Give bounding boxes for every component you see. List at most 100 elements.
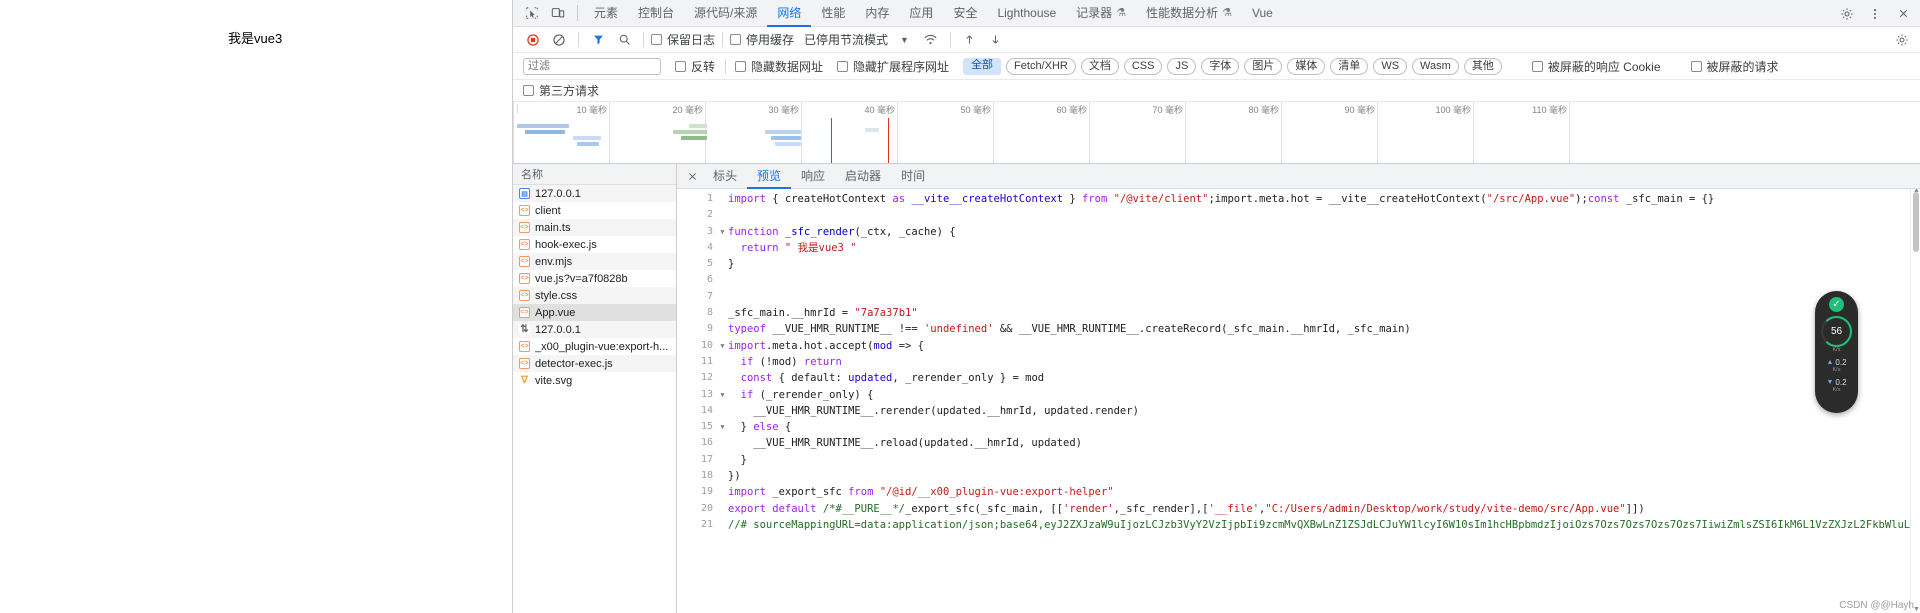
tab-security[interactable]: 安全: [943, 0, 987, 27]
type-filter-other[interactable]: 其他: [1463, 57, 1502, 75]
table-row[interactable]: ∇ vite.svg: [513, 372, 676, 389]
fold-arrow-icon[interactable]: ▼: [717, 419, 728, 435]
type-filter-doc[interactable]: 文档: [1080, 57, 1119, 75]
tab-label: 源代码/来源: [694, 5, 758, 20]
overview-tick-label: 60 毫秒: [1056, 105, 1087, 115]
line-number: 1: [706, 193, 713, 204]
hide-data-urls-checkbox[interactable]: 隐藏数据网址: [735, 58, 823, 75]
close-devtools-icon[interactable]: [1890, 2, 1916, 26]
type-filter-media[interactable]: 媒体: [1287, 57, 1326, 75]
scrollbar-thumb[interactable]: [1913, 192, 1919, 252]
type-filter-fetch-xhr[interactable]: Fetch/XHR: [1006, 57, 1076, 75]
request-name: App.vue: [535, 306, 576, 319]
type-filter-all[interactable]: 全部: [963, 57, 1002, 75]
request-name: main.ts: [535, 221, 571, 234]
overview-tick-label: 30 毫秒: [768, 105, 799, 115]
detail-tab-response[interactable]: 响应: [791, 164, 835, 189]
code-line: 12 const { default: updated, _rerender_o…: [677, 370, 1920, 386]
tab-performance[interactable]: 性能: [811, 0, 855, 27]
table-row[interactable]: <> main.ts: [513, 219, 676, 236]
type-filter-ws[interactable]: WS: [1373, 57, 1408, 75]
tab-application[interactable]: 应用: [899, 0, 943, 27]
browser-page-content: 我是vue3: [0, 0, 512, 613]
tab-elements[interactable]: 元素: [584, 0, 628, 27]
record-button[interactable]: [521, 29, 545, 51]
tab-recorder[interactable]: 记录器 ⚗: [1066, 0, 1136, 27]
preserve-log-checkbox[interactable]: 保留日志: [651, 31, 715, 48]
detail-tab-preview[interactable]: 预览: [747, 164, 791, 189]
tab-memory[interactable]: 内存: [855, 0, 899, 27]
filter-input[interactable]: [523, 57, 661, 75]
chevron-down-icon[interactable]: ▼: [900, 35, 909, 45]
export-har-icon[interactable]: [984, 29, 1008, 51]
table-row-selected[interactable]: <> App.vue: [513, 304, 676, 321]
fold-arrow-icon[interactable]: ▼: [717, 224, 728, 240]
type-filter-css[interactable]: CSS: [1123, 57, 1163, 75]
table-row[interactable]: <> _x00_plugin-vue:export-h...: [513, 338, 676, 355]
tab-lighthouse[interactable]: Lighthouse: [987, 0, 1066, 27]
device-toolbar-icon[interactable]: [545, 1, 571, 25]
tab-network[interactable]: 网络: [767, 0, 811, 27]
fold-arrow-icon[interactable]: ▼: [717, 338, 728, 354]
network-settings-icon[interactable]: [1890, 29, 1914, 51]
code-text: //# sourceMappingURL=data:application/js…: [728, 518, 1920, 531]
network-conditions-icon[interactable]: [919, 29, 943, 51]
tab-label: 性能数据分析: [1146, 5, 1219, 20]
clear-button[interactable]: [547, 29, 571, 51]
blocked-requests-checkbox[interactable]: 被屏蔽的请求: [1690, 58, 1779, 75]
code-line: 18}): [677, 468, 1920, 484]
network-overview-timeline[interactable]: | 10 毫秒 20 毫秒 30 毫秒 40 毫秒 50 毫秒 60 毫秒 70…: [513, 102, 1920, 164]
download-unit: K/s: [1832, 387, 1841, 393]
table-row[interactable]: <> env.mjs: [513, 253, 676, 270]
hide-extension-urls-label: 隐藏扩展程序网址: [853, 59, 950, 74]
disable-cache-checkbox[interactable]: 停用缓存: [730, 31, 794, 48]
search-icon[interactable]: [612, 29, 636, 51]
type-filter-manifest[interactable]: 清单: [1330, 57, 1369, 75]
third-party-checkbox[interactable]: 第三方请求: [523, 82, 599, 99]
import-har-icon[interactable]: [958, 29, 982, 51]
settings-gear-icon[interactable]: [1834, 2, 1860, 26]
scroll-down-arrow[interactable]: ▼: [1913, 606, 1920, 613]
throttling-select[interactable]: 已停用节流模式: [804, 31, 888, 48]
table-row[interactable]: <> client: [513, 202, 676, 219]
type-filter-img[interactable]: 图片: [1244, 57, 1283, 75]
code-scrollbar[interactable]: ▲ ▼: [1910, 189, 1920, 613]
code-line: 16 __VUE_HMR_RUNTIME__.reload(updated.__…: [677, 435, 1920, 451]
request-name: vue.js?v=a7f0828b: [535, 272, 628, 285]
table-row[interactable]: <> detector-exec.js: [513, 355, 676, 372]
type-filter-font[interactable]: 字体: [1201, 57, 1240, 75]
table-row[interactable]: ⇅ 127.0.0.1: [513, 321, 676, 338]
detail-tab-timing[interactable]: 时间: [891, 164, 935, 189]
detail-tab-initiator[interactable]: 启动器: [835, 164, 891, 189]
more-vertical-icon[interactable]: [1862, 2, 1888, 26]
close-icon[interactable]: [681, 164, 703, 189]
table-row[interactable]: <> hook-exec.js: [513, 236, 676, 253]
blocked-cookies-checkbox[interactable]: 被屏蔽的响应 Cookie: [1531, 58, 1661, 75]
table-row[interactable]: <> vue.js?v=a7f0828b: [513, 270, 676, 287]
tab-performance-insights[interactable]: 性能数据分析 ⚗: [1136, 0, 1242, 27]
detail-tab-headers[interactable]: 标头: [703, 164, 747, 189]
tab-sources[interactable]: 源代码/来源: [684, 0, 767, 27]
table-row[interactable]: ▤ 127.0.0.1: [513, 185, 676, 202]
type-filter-js[interactable]: JS: [1167, 57, 1197, 75]
code-viewer[interactable]: 1 import { createHotContext as __vite__cr…: [677, 189, 1920, 613]
hide-extension-urls-checkbox[interactable]: 隐藏扩展程序网址: [837, 58, 949, 75]
filter-button[interactable]: [586, 29, 610, 51]
upload-stat: ▲ 0.2: [1826, 358, 1846, 367]
table-row[interactable]: <> style.css: [513, 287, 676, 304]
request-name: 127.0.0.1: [535, 323, 581, 336]
invert-checkbox[interactable]: 反转: [675, 58, 715, 75]
tab-console[interactable]: 控制台: [628, 0, 684, 27]
fold-arrow-icon[interactable]: ▼: [717, 387, 728, 403]
overview-tick-label: 40 毫秒: [864, 105, 895, 115]
line-number: 21: [700, 518, 713, 530]
inspect-element-icon[interactable]: [519, 1, 545, 25]
type-filter-wasm[interactable]: Wasm: [1412, 57, 1459, 75]
document-icon: ▤: [519, 188, 530, 199]
tab-vue[interactable]: Vue: [1242, 0, 1283, 27]
line-number: 19: [700, 486, 713, 498]
network-speed-widget[interactable]: ✓ 56 K/s ▲ 0.2 K/s ▼ 0.2 K/s: [1815, 291, 1858, 413]
code-line: 19 import _export_sfc from "/@id/__x00_pl…: [677, 484, 1920, 500]
line-number: 17: [700, 453, 713, 465]
tab-label: 控制台: [638, 5, 675, 20]
